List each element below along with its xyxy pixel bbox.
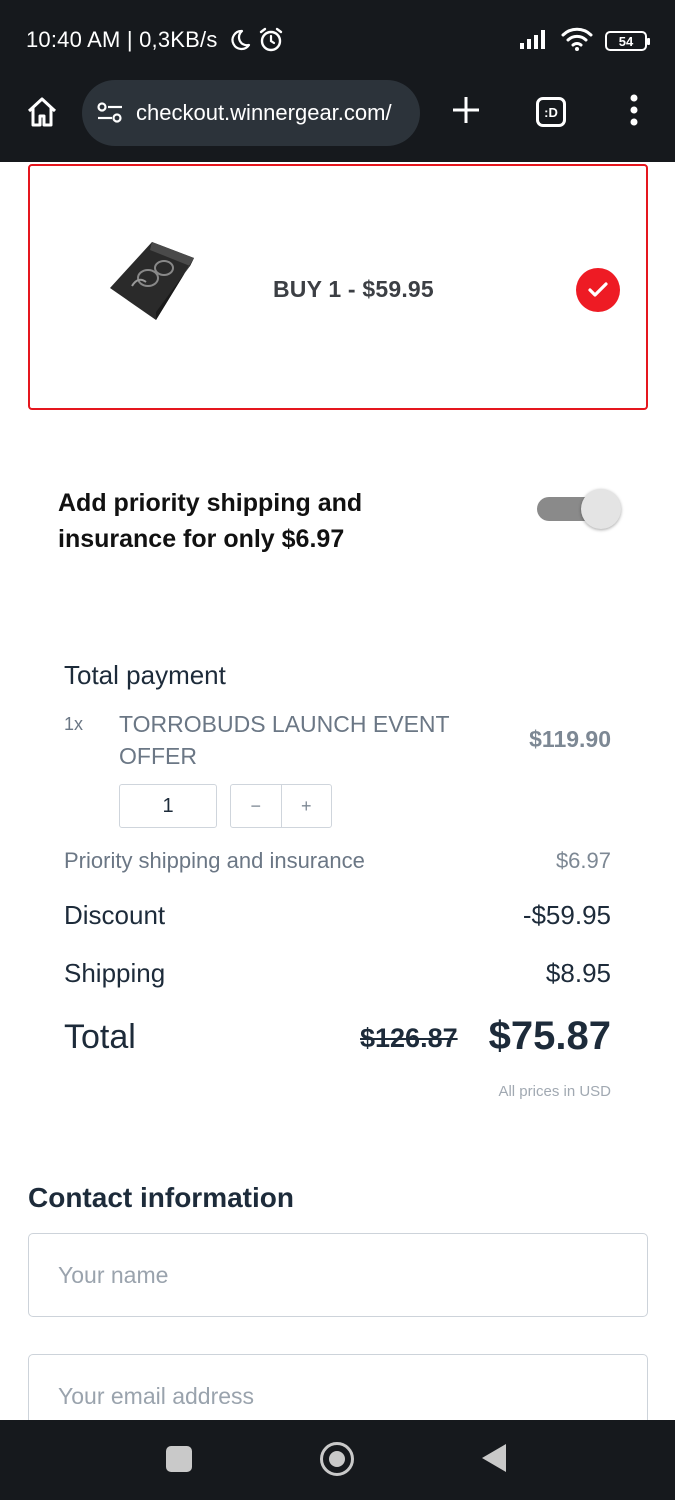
plus-icon — [451, 95, 481, 130]
browser-toolbar: checkout.winnergear.com/ :D — [0, 80, 675, 162]
more-vert-icon — [629, 94, 639, 131]
priority-shipping-toggle[interactable] — [537, 489, 621, 529]
url-text[interactable]: checkout.winnergear.com/ — [136, 100, 406, 126]
new-tab-button[interactable] — [444, 90, 488, 134]
priority-shipping-row-value: $6.97 — [555, 848, 611, 873]
toggle-knob — [581, 489, 621, 529]
home-circle-icon[interactable] — [320, 1442, 354, 1476]
back-icon[interactable] — [482, 1444, 506, 1472]
shipping-label: Shipping — [64, 958, 166, 988]
wifi-icon — [561, 27, 593, 56]
quantity-input[interactable]: 1 — [119, 784, 217, 828]
increment-button[interactable]: + — [280, 785, 332, 827]
priority-shipping-row-label: Priority shipping and insurance — [64, 848, 365, 873]
moon-icon — [228, 28, 252, 57]
system-nav-bar — [0, 1420, 675, 1500]
priority-shipping-label: Add priority shipping and insurance for … — [58, 489, 363, 553]
earbuds-case-image — [106, 228, 198, 328]
currency-note: All prices in USD — [498, 1083, 611, 1100]
total-original-price: $126.87 — [360, 1023, 458, 1053]
alarm-icon — [257, 26, 285, 59]
shipping-value: $8.95 — [545, 958, 611, 988]
offer-label: BUY 1 - $59.95 — [273, 276, 434, 302]
status-time: 10:40 AM | 0,3KB/s — [26, 27, 218, 52]
discount-label: Discount — [64, 900, 166, 930]
quantity-stepper: − + — [230, 784, 332, 828]
home-icon — [25, 95, 59, 134]
item-name: TORROBUDS LAUNCH EVENT OFFER — [119, 711, 450, 769]
decrement-button[interactable]: − — [231, 785, 281, 827]
recents-icon[interactable] — [166, 1446, 192, 1472]
site-settings-icon[interactable] — [96, 99, 124, 127]
name-field[interactable] — [28, 1233, 648, 1317]
selected-check-icon — [576, 268, 620, 312]
tab-switcher-button[interactable]: :D — [529, 90, 573, 134]
status-bar: 10:40 AM | 0,3KB/s 54 — [0, 0, 675, 80]
contact-title: Contact information — [28, 1182, 294, 1213]
home-button[interactable] — [20, 92, 64, 136]
item-price: $119.90 — [529, 726, 611, 752]
address-bar[interactable]: checkout.winnergear.com/ — [82, 80, 420, 146]
summary-title: Total payment — [64, 660, 226, 690]
tab-switcher-icon: :D — [536, 97, 566, 127]
discount-value: -$59.95 — [522, 900, 611, 930]
item-quantity-prefix: 1x — [64, 714, 84, 734]
browser-menu-button[interactable] — [612, 90, 656, 134]
offer-option-buy-1[interactable]: BUY 1 - $59.95 — [28, 164, 648, 410]
total-label: Total — [64, 1018, 136, 1056]
battery-icon: 54 — [605, 31, 650, 51]
total-price: $75.87 — [488, 1014, 611, 1058]
signal-icon — [519, 28, 549, 55]
